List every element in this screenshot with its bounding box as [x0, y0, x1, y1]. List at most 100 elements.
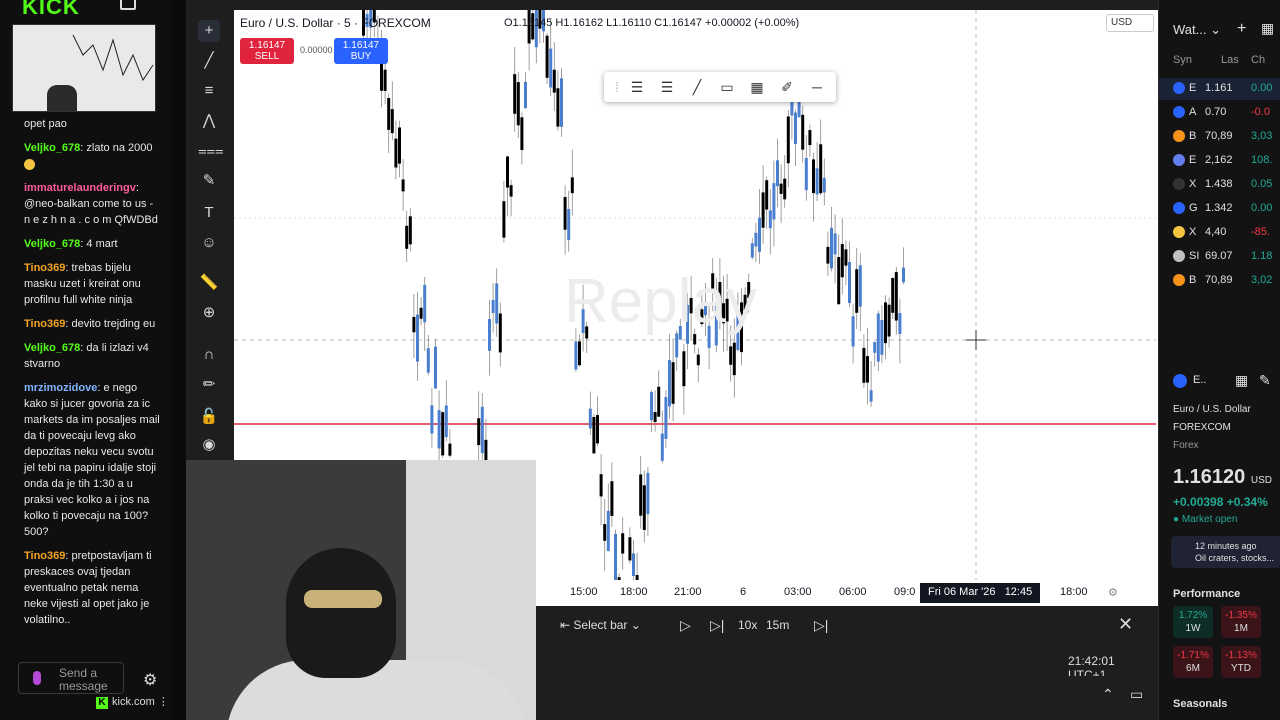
chat-username[interactable]: Tino369	[24, 262, 65, 274]
grid-view-icon[interactable]: ▦	[1235, 372, 1248, 389]
fib-icon[interactable]: ≡	[198, 80, 220, 102]
brush-icon[interactable]: ✎	[198, 170, 220, 192]
select-bar-button[interactable]: ⇤ Select bar ⌄	[560, 618, 641, 632]
col-symbol[interactable]: Syn	[1173, 54, 1192, 66]
message-text: opet pao	[24, 118, 67, 130]
zoom-icon[interactable]: ⊕	[198, 302, 220, 324]
lock-icon[interactable]: 🔓	[198, 406, 220, 428]
chevron-up-icon[interactable]: ⌃	[1102, 686, 1114, 703]
emoji-tool-icon[interactable]: ☺	[198, 232, 220, 254]
candle-body	[761, 192, 765, 228]
chat-username[interactable]: Veljko_678	[24, 142, 80, 154]
play-icon[interactable]: ▷	[680, 617, 691, 634]
seasonals-title[interactable]: Seasonals	[1173, 698, 1227, 710]
detail-type: Forex	[1173, 440, 1199, 451]
watchlist-row[interactable]: SI 69.07 1.18	[1159, 246, 1280, 268]
popout-icon[interactable]	[120, 0, 136, 10]
rectangle-icon[interactable]: ▭	[718, 78, 736, 96]
watchlist-row[interactable]: X 1.438 0.05	[1159, 174, 1280, 196]
chat-username[interactable]: mrzimozidove	[24, 382, 97, 394]
perf-1w[interactable]: 1.72% 1W	[1173, 606, 1213, 638]
horizontal-line-icon[interactable]: ─	[808, 78, 826, 96]
close-icon[interactable]: ✕	[1118, 614, 1133, 635]
currency-select[interactable]: USD	[1106, 14, 1154, 32]
maximize-icon[interactable]: ▭	[1130, 686, 1143, 703]
drag-handle-icon[interactable]: ⁞	[608, 78, 626, 96]
news-item[interactable]: 12 minutes ago Oil craters, stocks...	[1171, 536, 1280, 568]
perf-value: -1.35%	[1225, 610, 1257, 621]
col-last[interactable]: Las	[1221, 54, 1239, 66]
more-icon[interactable]: ⋮	[158, 696, 169, 708]
candle-body	[592, 416, 596, 454]
watchlist-row[interactable]: G 1.342 0.00	[1159, 198, 1280, 220]
candle-body	[801, 114, 805, 150]
sell-button[interactable]: 1.16147 SELL	[240, 38, 294, 64]
add-symbol-icon[interactable]: +	[1237, 20, 1246, 38]
trendline-icon[interactable]: ╱	[198, 50, 220, 72]
detail-name[interactable]: Euro / U.S. Dollar	[1173, 404, 1251, 415]
send-message-input[interactable]: Send a message	[18, 662, 124, 694]
stream-thumbnail[interactable]	[12, 24, 156, 112]
watchlist-row[interactable]: E 2,162 108.	[1159, 150, 1280, 172]
kick-footer-link[interactable]: Kkick.com ⋮	[96, 695, 169, 709]
candle-body	[783, 178, 787, 200]
line-tool-icon[interactable]: ╱	[688, 78, 706, 96]
step-forward-icon[interactable]: ▷|	[710, 617, 724, 634]
jump-to-realtime-icon[interactable]: ▷|	[814, 617, 828, 634]
speed-button[interactable]: 10x	[738, 618, 757, 632]
microphone-icon[interactable]	[33, 671, 41, 685]
buy-button[interactable]: 1.16147 BUY	[334, 38, 388, 64]
perf-6m[interactable]: -1.71% 6M	[1173, 646, 1213, 678]
perf-1m[interactable]: -1.35% 1M	[1221, 606, 1261, 638]
chat-username[interactable]: immaturelaunderingv	[24, 182, 136, 194]
magnet-icon[interactable]: ∩	[198, 344, 220, 366]
col-change[interactable]: Ch	[1251, 54, 1265, 66]
symbol-title[interactable]: Euro / U.S. Dollar · 5 · FOREXCOM	[240, 16, 431, 30]
settings-lines-icon[interactable]: ☰	[628, 78, 646, 96]
chat-username[interactable]: Tino369	[24, 550, 65, 562]
candle-body	[653, 412, 657, 423]
row-symbol: E	[1189, 82, 1197, 94]
ruler-icon[interactable]: 📏	[198, 272, 220, 294]
chat-username[interactable]: Veljko_678	[24, 238, 80, 250]
crosshair-icon[interactable]: +	[198, 20, 220, 42]
watchlist-title-text: Wat...	[1173, 22, 1207, 37]
perf-ytd[interactable]: -1.13% YTD	[1221, 646, 1261, 678]
layout-icon[interactable]: ▦	[1261, 20, 1274, 37]
watchlist-row[interactable]: B 70,89 3,02	[1159, 270, 1280, 292]
prediction-icon[interactable]: ⩶	[198, 140, 224, 162]
candle-body	[668, 360, 671, 407]
lock-drawing-icon[interactable]: ✏	[198, 374, 220, 396]
edit-icon[interactable]: ✎	[1259, 372, 1271, 389]
kick-footer-text: kick.com	[112, 696, 155, 708]
kick-chat-panel: KICK opet pao Veljko_678: zlato na 2000 …	[0, 0, 172, 720]
grid-icon[interactable]: ▦	[748, 78, 766, 96]
watchlist-row[interactable]: X 4,40 -85.	[1159, 222, 1280, 244]
candle-body	[502, 201, 506, 238]
chat-message: opet pao	[24, 116, 160, 132]
chat-username[interactable]: Veljko_678	[24, 342, 80, 354]
message-text: zlato na 2000	[86, 142, 153, 154]
watchlist-row[interactable]: E 1.161 0.00	[1159, 78, 1280, 100]
news-headline: Oil craters, stocks...	[1195, 553, 1275, 563]
candle-body	[434, 346, 437, 389]
candle-body	[394, 138, 398, 168]
pen-icon[interactable]: ✐	[778, 78, 796, 96]
settings-lines-2-icon[interactable]: ☰	[658, 78, 676, 96]
text-icon[interactable]: T	[198, 202, 220, 224]
eye-icon[interactable]: ◉	[198, 434, 220, 456]
chat-username[interactable]: Tino369	[24, 318, 65, 330]
perf-value: -1.71%	[1177, 650, 1209, 661]
watchlist-row[interactable]: B 70,89 3,03	[1159, 126, 1280, 148]
row-symbol: A	[1189, 106, 1197, 118]
gear-icon[interactable]: ⚙	[143, 670, 157, 690]
symbol-logo-icon	[1173, 82, 1185, 94]
symbol-header[interactable]: Euro / U.S. Dollar · 5 · FOREXCOM	[240, 16, 431, 30]
sell-price: 1.16147	[248, 40, 286, 51]
pattern-icon[interactable]: ⋀	[198, 110, 220, 132]
watchlist-title[interactable]: Wat... ⌄	[1173, 22, 1221, 38]
interval-button[interactable]: 15m	[766, 618, 789, 632]
watchlist-row[interactable]: A 0.70 -0.0	[1159, 102, 1280, 124]
settings-icon[interactable]: ⚙	[1108, 586, 1118, 599]
detail-change: +0.00398 +0.34%	[1173, 495, 1268, 509]
